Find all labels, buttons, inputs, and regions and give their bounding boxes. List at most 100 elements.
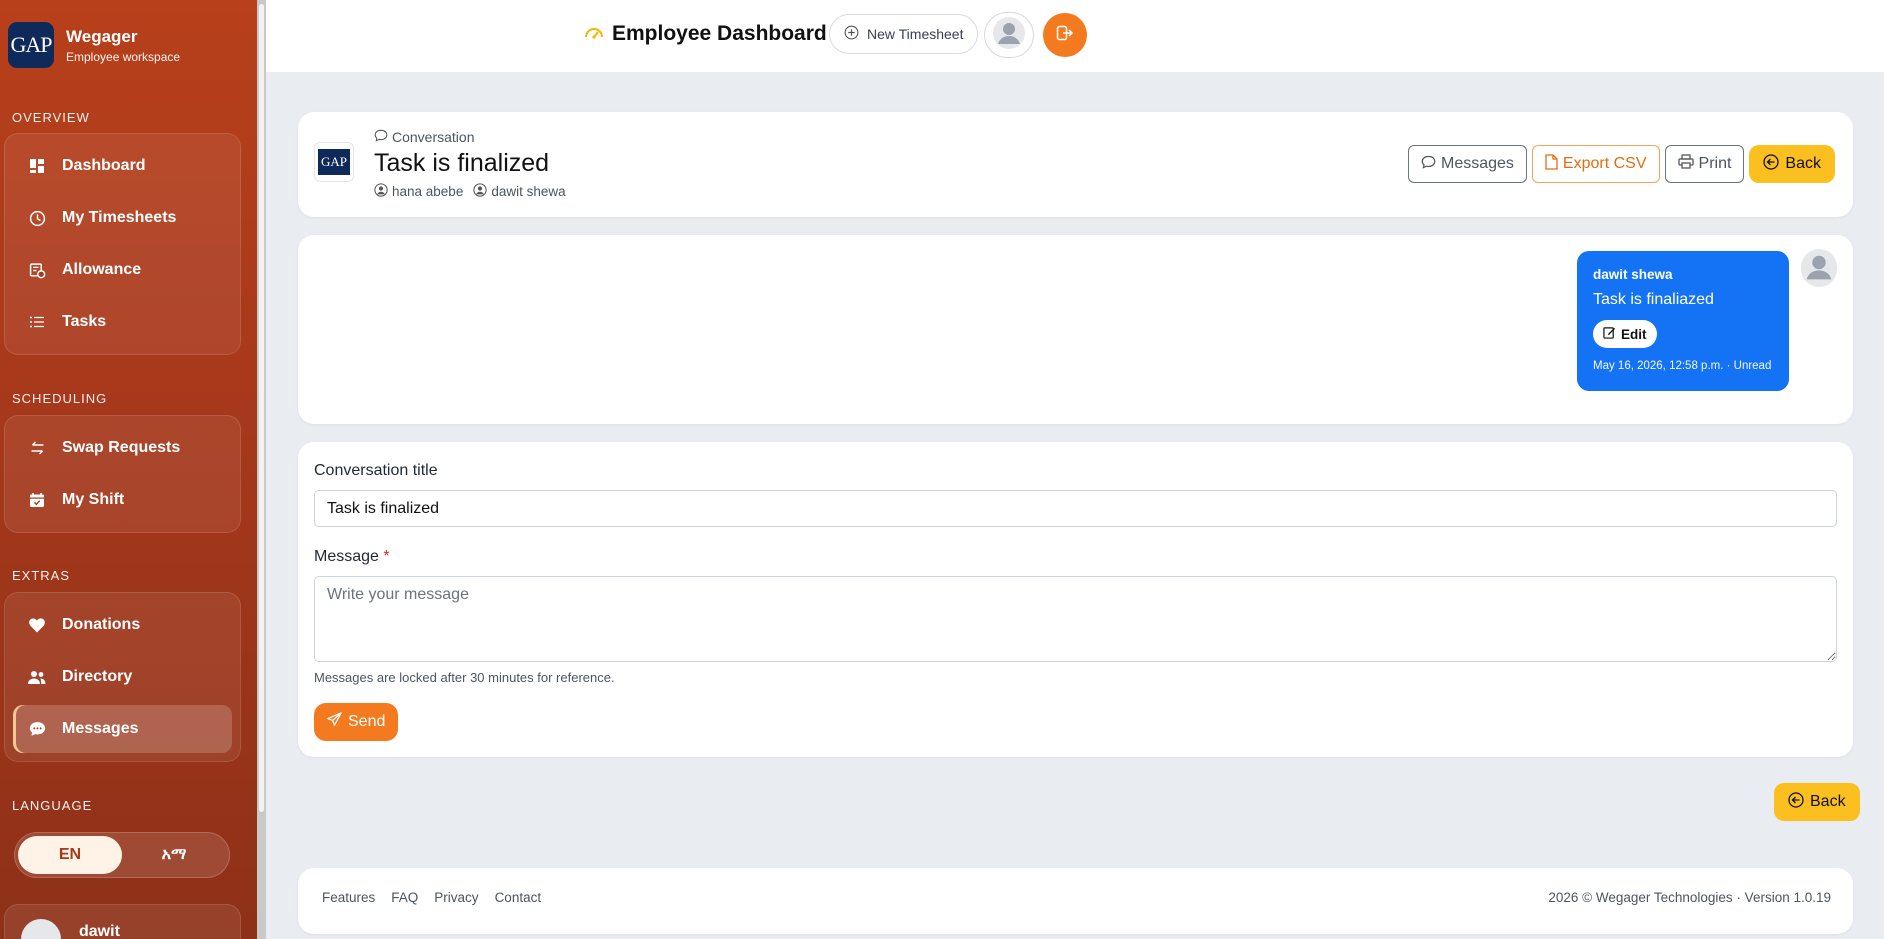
footer-links: Features FAQ Privacy Contact xyxy=(322,890,541,905)
reply-form: Conversation title Message * Messages ar… xyxy=(298,442,1853,757)
conversation-kicker-text: Conversation xyxy=(392,129,475,145)
sidebar-item-label: My Timesheets xyxy=(62,209,177,226)
language-option-en[interactable]: EN xyxy=(18,836,122,874)
footer: Features FAQ Privacy Contact 2026 © Wega… xyxy=(298,868,1853,934)
sidebar-item-label: My Shift xyxy=(62,491,125,508)
message-label-text: Message xyxy=(314,548,379,565)
sidebar-item-messages[interactable]: Messages xyxy=(13,705,232,753)
user-name: dawit xyxy=(79,923,120,939)
person-circle-icon xyxy=(374,183,388,200)
send-label: Send xyxy=(348,713,386,730)
sidebar-item-label: Allowance xyxy=(62,261,142,278)
conversation-header: GAP Conversation Task is finalized hana … xyxy=(298,112,1853,217)
export-csv-label: Export CSV xyxy=(1562,155,1647,172)
user-avatar-icon xyxy=(1801,248,1837,290)
messages-button-label: Messages xyxy=(1441,155,1514,172)
profile-avatar-button[interactable] xyxy=(984,12,1034,58)
calendar-icon xyxy=(27,490,47,510)
brand-name: Wegager xyxy=(66,26,138,46)
footer-link-privacy[interactable]: Privacy xyxy=(434,890,478,905)
footer-copyright: 2026 © Wegager Technologies · Version 1.… xyxy=(1548,890,1831,905)
sidebar-item-swap-requests[interactable]: Swap Requests xyxy=(13,424,232,472)
brand-logo: GAP xyxy=(8,22,54,68)
arrow-left-circle-icon xyxy=(1763,153,1780,175)
edit-message-button[interactable]: Edit xyxy=(1593,320,1657,348)
avatar xyxy=(1801,248,1837,290)
section-label-extras: EXTRAS xyxy=(12,568,71,583)
sidebar-item-tasks[interactable]: Tasks xyxy=(13,298,232,346)
sidebar-item-donations[interactable]: Donations xyxy=(13,601,232,649)
brand[interactable]: GAP Wegager Employee workspace xyxy=(8,22,180,68)
message-thread: dawit shewa Task is finaliazed Edit May … xyxy=(298,235,1853,424)
back-button-label: Back xyxy=(1785,155,1821,172)
sidebar-item-my-shift[interactable]: My Shift xyxy=(13,476,232,524)
user-card[interactable]: dawit xyxy=(4,904,241,939)
export-csv-button[interactable]: Export CSV xyxy=(1531,145,1660,183)
sidebar-item-label: Swap Requests xyxy=(62,439,181,456)
gauge-icon xyxy=(584,22,604,46)
company-logo-text: GAP xyxy=(318,149,350,175)
brand-subtitle: Employee workspace xyxy=(66,49,181,64)
edit-label: Edit xyxy=(1621,326,1647,342)
sidebar-item-dashboard[interactable]: Dashboard xyxy=(13,142,232,190)
file-csv-icon xyxy=(1545,153,1558,175)
printer-icon xyxy=(1677,154,1694,174)
sidebar-item-allowance[interactable]: Allowance xyxy=(13,246,232,294)
logout-icon xyxy=(1056,25,1074,46)
allowance-icon xyxy=(27,260,47,280)
language-option-am[interactable]: አማ xyxy=(122,836,226,874)
sidebar-scrollbar-thumb[interactable] xyxy=(259,4,264,812)
sidebar-item-label: Donations xyxy=(62,616,141,633)
sidebar-item-directory[interactable]: Directory xyxy=(13,653,232,701)
conversation-kicker: Conversation xyxy=(374,129,475,145)
nav-group-scheduling: Swap Requests My Shift xyxy=(4,415,241,533)
topbar: Employee Dashboard New Timesheet xyxy=(266,0,1884,72)
clock-icon xyxy=(27,208,47,228)
required-mark: * xyxy=(383,548,390,565)
participants: hana abebe dawit shewa xyxy=(374,183,566,200)
heart-icon xyxy=(27,615,47,635)
message-textarea[interactable] xyxy=(314,576,1837,662)
nav-group-extras: Donations Directory Messages xyxy=(4,592,241,762)
chat-outline-icon xyxy=(374,129,388,145)
sidebar-item-label: Directory xyxy=(62,668,133,685)
page-title-text: Employee Dashboard xyxy=(612,22,827,45)
plus-circle-icon xyxy=(844,25,859,43)
person-circle-icon xyxy=(473,183,487,200)
dashboard-icon xyxy=(27,156,47,176)
message-help-text: Messages are locked after 30 minutes for… xyxy=(314,670,615,685)
chat-icon xyxy=(27,719,47,739)
conversation-title-label: Conversation title xyxy=(314,462,438,479)
back-button[interactable]: Back xyxy=(1749,145,1835,183)
conversation-title-input[interactable] xyxy=(314,490,1837,527)
message-meta: May 16, 2026, 12:58 p.m. · Unread xyxy=(1593,360,1772,372)
participant-name: hana abebe xyxy=(392,184,464,199)
header-actions: Messages Export CSV Print Back xyxy=(1408,145,1835,183)
language-switcher: EN አማ xyxy=(14,832,230,878)
nav-group-overview: Dashboard My Timesheets Allowance Tasks xyxy=(4,133,241,355)
swap-icon xyxy=(27,438,47,458)
back-button-bottom[interactable]: Back xyxy=(1774,783,1860,821)
message-text: Task is finaliazed xyxy=(1593,291,1714,308)
avatar xyxy=(21,919,61,939)
page-title: Employee Dashboard xyxy=(584,22,827,46)
footer-link-contact[interactable]: Contact xyxy=(495,890,542,905)
sidebar-item-label: Tasks xyxy=(62,313,107,330)
print-button-label: Print xyxy=(1698,155,1732,172)
chat-outline-icon xyxy=(1421,155,1436,174)
people-icon xyxy=(27,667,47,687)
send-icon xyxy=(327,712,342,732)
sidebar-item-my-timesheets[interactable]: My Timesheets xyxy=(13,194,232,242)
footer-link-faq[interactable]: FAQ xyxy=(391,890,418,905)
send-button[interactable]: Send xyxy=(314,703,399,741)
new-timesheet-button[interactable]: New Timesheet xyxy=(829,14,979,54)
section-label-overview: OVERVIEW xyxy=(12,110,90,125)
logout-button[interactable] xyxy=(1043,13,1087,57)
company-logo: GAP xyxy=(314,142,354,182)
sidebar-item-label: Messages xyxy=(62,720,139,737)
arrow-left-circle-icon xyxy=(1788,791,1804,813)
print-button[interactable]: Print xyxy=(1664,145,1745,183)
message-bubble: dawit shewa Task is finaliazed Edit May … xyxy=(1577,251,1789,391)
footer-link-features[interactable]: Features xyxy=(322,890,375,905)
messages-button[interactable]: Messages xyxy=(1408,145,1527,183)
